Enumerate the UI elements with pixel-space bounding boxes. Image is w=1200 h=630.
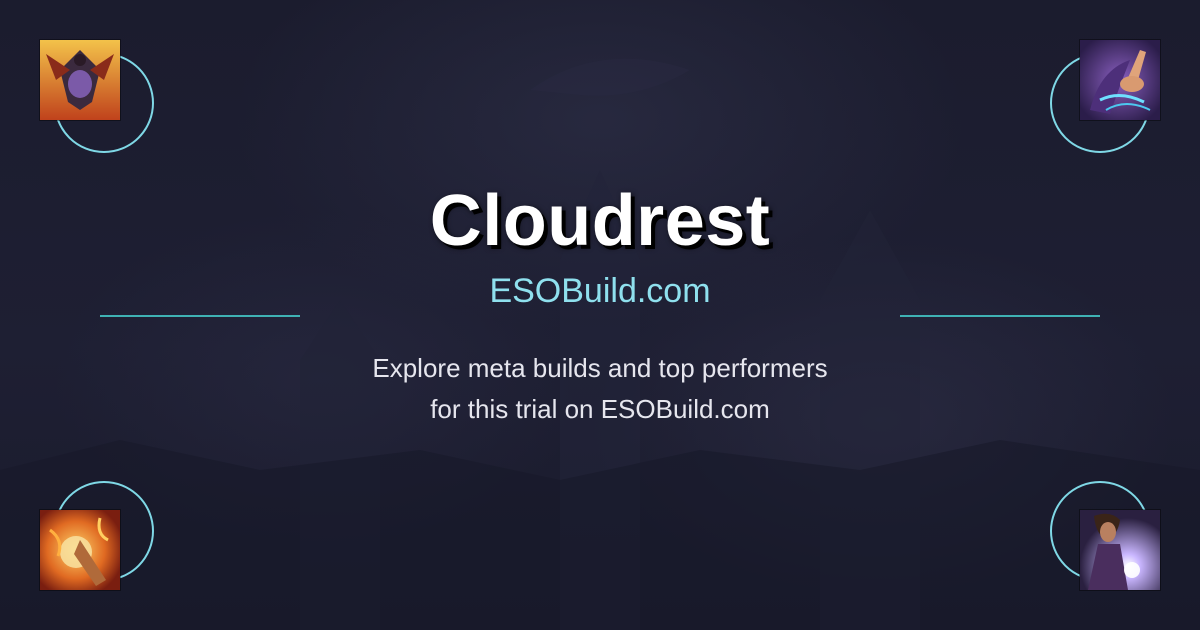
skill-icon-bottom-right <box>1050 481 1170 601</box>
skill-icon-top-right <box>1050 40 1170 173</box>
description-line-1: Explore meta builds and top performers <box>372 353 828 383</box>
site-name: ESOBuild.com <box>489 272 711 310</box>
flame-fist-icon <box>40 510 120 590</box>
divider-left <box>100 315 300 317</box>
description: Explore meta builds and top performers f… <box>300 348 900 430</box>
page-title: Cloudrest <box>429 181 771 261</box>
description-line-2: for this trial on ESOBuild.com <box>430 394 770 424</box>
skill-icon-bottom-left <box>40 481 174 601</box>
skill-icon-top-left <box>40 40 174 173</box>
fire-bird-icon <box>40 40 120 120</box>
sorcerer-light-icon <box>1080 510 1160 590</box>
magic-hand-icon <box>1080 40 1160 120</box>
divider-right <box>900 315 1100 317</box>
